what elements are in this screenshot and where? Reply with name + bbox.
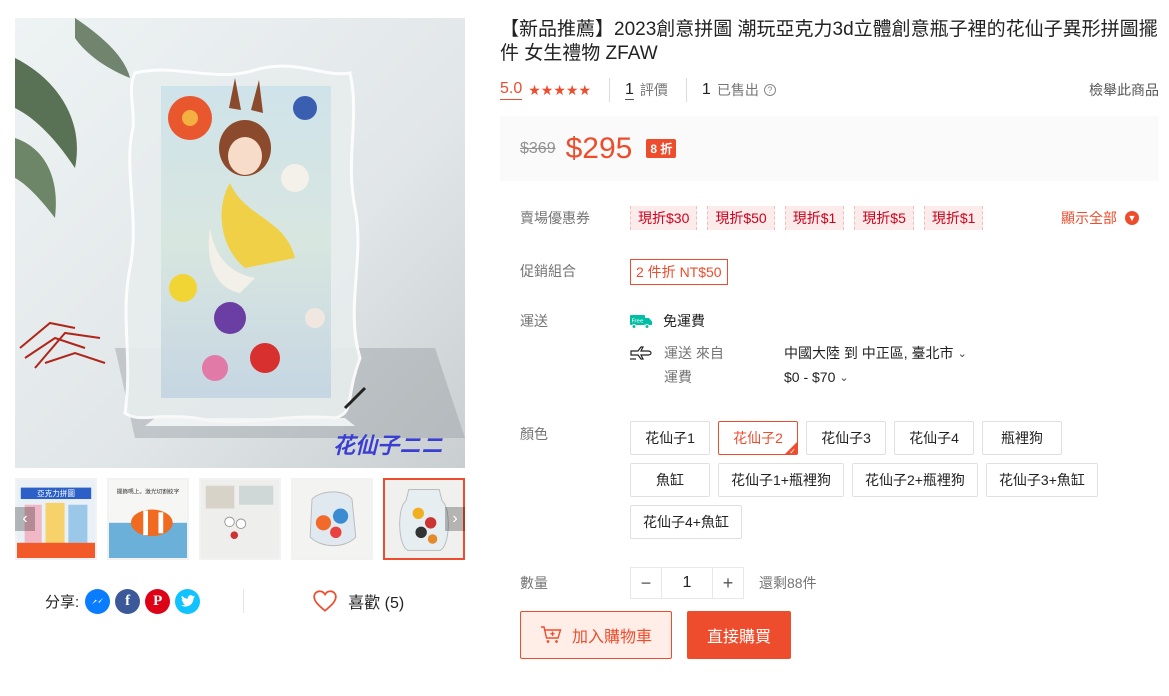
quantity-row: 數量 − 1 + 還剩88件 [520,567,817,599]
thumbnail-next-arrow[interactable]: › [445,507,465,531]
voucher-row: 賣場優惠券 現折$30 現折$50 現折$1 現折$5 現折$1 顯示全部 ▼ [520,206,1150,230]
main-product-image[interactable]: 花仙子ニニ [15,18,465,468]
product-gallery: 花仙子ニニ 亞克力拼圖 擺飾嗎上。激光切割紋字 ‹ › [15,18,465,560]
ship-from-line: 運送 來自 中國大陸 到 中正區, 臺北市 ⌄ [630,341,967,365]
like-count-label[interactable]: 喜歡 (5) [348,589,404,613]
shipping-label: 運送 [520,313,548,329]
thumbnail-2[interactable]: 擺飾嗎上。激光切割紋字 [107,478,189,560]
ship-fee-line: 運費 $0 - $70 ⌄ [630,365,967,389]
chevron-down-icon[interactable]: ⌄ [958,347,967,360]
combo-label: 促銷組合 [520,263,576,279]
variation-option[interactable]: 花仙子1+瓶裡狗 [718,463,844,497]
thumbnail-4[interactable] [291,478,373,560]
ship-fee-label: 運費 [664,369,692,385]
free-badge-text: Free [632,319,644,325]
messenger-icon[interactable] [85,588,111,614]
stock-remaining: 還剩88件 [759,575,817,591]
shipping-truck-icon [630,346,652,360]
variation-option[interactable]: 花仙子1 [630,421,710,455]
thumb2-label: 擺飾嗎上。激光切割紋字 [117,487,180,495]
variation-option[interactable]: 花仙子4+魚缸 [630,505,742,539]
heart-icon[interactable] [312,589,338,613]
variation-option[interactable]: 瓶裡狗 [982,421,1062,455]
share-label: 分享: [45,593,80,611]
ship-fee-value[interactable]: $0 - $70 [784,369,835,385]
quantity-stepper: − 1 + [630,567,744,599]
share-row: 分享: f P 喜歡 (5) [15,588,465,614]
thumbnail-strip: 亞克力拼圖 擺飾嗎上。激光切割紋字 ‹ › [15,478,465,560]
quantity-decrease-button[interactable]: − [630,567,662,599]
watermark-text: 花仙子ニニ [333,433,444,459]
thumb1-label: 亞克力拼圖 [37,488,75,498]
check-icon: ✓ [789,447,796,456]
quantity-label: 數量 [520,575,548,591]
thumbnail-prev-arrow[interactable]: ‹ [15,507,35,531]
quantity-input[interactable]: 1 [662,567,712,599]
show-all-vouchers-button[interactable]: 顯示全部 ▼ [1061,206,1139,230]
ship-from-label: 運送 來自 [664,345,724,361]
variation-label: 顏色 [520,426,548,442]
variation-option-selected[interactable]: 花仙子2 ✓ [718,421,798,456]
variation-label-text: 花仙子2 [733,430,783,446]
buy-now-button[interactable]: 直接購買 [687,611,791,659]
combo-row: 促銷組合 2 件折 NT$50 [520,259,728,285]
variation-option[interactable]: 花仙子2+瓶裡狗 [851,463,978,497]
add-to-cart-label: 加入購物車 [571,629,652,646]
shipping-row: 運送 Free 免運費 運送 來自 中國大陸 到 中正區, 臺北市 ⌄ 運費 $… [520,309,967,389]
voucher-tag[interactable]: 現折$1 [923,206,984,230]
variation-option[interactable]: 花仙子4 [894,421,974,455]
free-shipping-label: 免運費 [663,313,705,329]
add-to-cart-button[interactable]: 加入購物車 [520,611,672,659]
voucher-tag[interactable]: 現折$50 [707,206,775,230]
show-all-label: 顯示全部 [1061,210,1117,226]
voucher-tag[interactable]: 現折$5 [854,206,914,230]
voucher-label: 賣場優惠券 [520,210,590,226]
combo-deal-tag[interactable]: 2 件折 NT$50 [630,259,728,285]
variation-options: 花仙子1 花仙子2 ✓ 花仙子3 花仙子4 瓶裡狗 魚缸 花仙子1+瓶裡狗 花仙子… [630,421,1120,539]
pinterest-icon[interactable]: P [145,588,171,614]
free-shipping-icon: Free [630,315,652,329]
variation-option[interactable]: 花仙子3+魚缸 [985,463,1098,497]
chevron-down-icon: ▼ [1125,211,1139,225]
thumbnail-3[interactable] [199,478,281,560]
quantity-increase-button[interactable]: + [712,567,744,599]
facebook-icon[interactable]: f [115,588,141,614]
variation-option[interactable]: 魚缸 [630,463,710,497]
cart-icon [540,626,562,643]
free-shipping-line: Free 免運費 [630,309,967,333]
voucher-tag[interactable]: 現折$30 [630,206,698,230]
variation-row: 顏色 花仙子1 花仙子2 ✓ 花仙子3 花仙子4 瓶裡狗 魚缸 花仙子1+瓶裡狗 … [520,421,1120,539]
share-divider [243,589,245,613]
shipping-details: Free 免運費 運送 來自 中國大陸 到 中正區, 臺北市 ⌄ 運費 $0 -… [630,309,967,389]
ship-from-value[interactable]: 中國大陸 到 中正區, 臺北市 [784,343,954,363]
chevron-down-icon[interactable]: ⌄ [839,371,848,384]
voucher-list: 現折$30 現折$50 現折$1 現折$5 現折$1 [630,206,984,230]
variation-option[interactable]: 花仙子3 [806,421,886,455]
voucher-tag[interactable]: 現折$1 [784,206,845,230]
twitter-icon[interactable] [175,588,201,614]
main-image-illustration [15,18,465,468]
product-options: 賣場優惠券 現折$30 現折$50 現折$1 現折$5 現折$1 顯示全部 ▼ … [500,0,1159,696]
